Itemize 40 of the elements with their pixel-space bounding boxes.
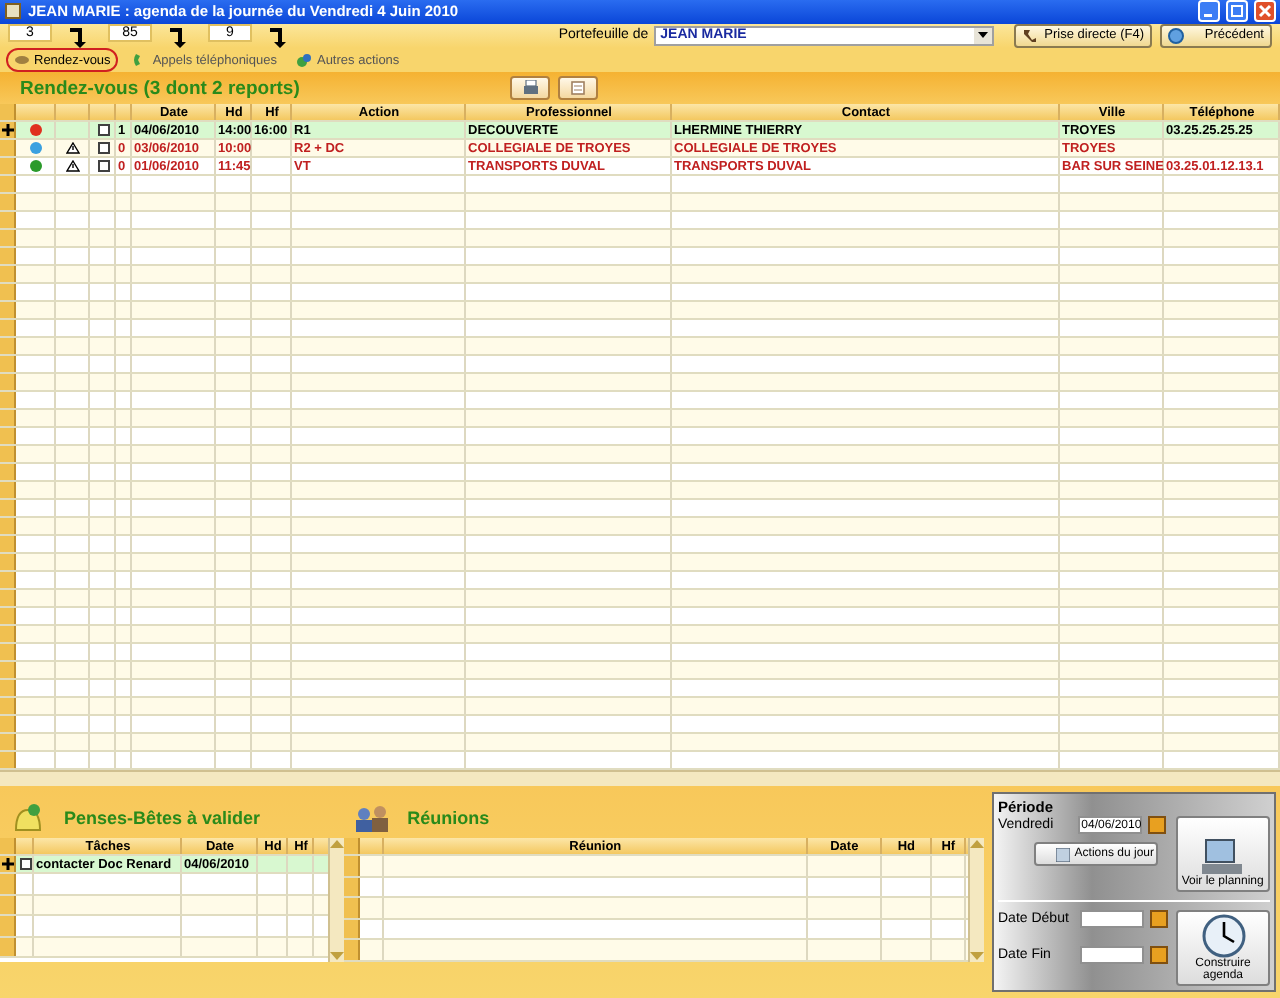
list-icon	[1056, 847, 1071, 861]
close-icon	[1258, 4, 1272, 19]
clock-icon	[1201, 914, 1245, 958]
sheet-icon	[570, 80, 586, 96]
app-icon	[4, 2, 22, 21]
checkbox[interactable]	[19, 858, 31, 870]
vertical-scrollbar[interactable]	[968, 838, 984, 962]
section-title: Rendez-vous (3 dont 2 reports)	[20, 77, 302, 99]
panel-title: Réunions	[407, 808, 490, 828]
checkbox[interactable]	[97, 142, 109, 154]
export-button[interactable]	[558, 76, 598, 100]
row-header[interactable]	[0, 856, 16, 872]
row-header[interactable]	[0, 122, 16, 138]
date-field[interactable]	[1080, 946, 1144, 964]
horizontal-scrollbar[interactable]	[0, 770, 1280, 786]
people-icon	[351, 802, 392, 834]
checkbox[interactable]	[97, 160, 109, 172]
arrow-icon	[68, 23, 88, 48]
up-arrow-icon	[970, 838, 984, 848]
caret-icon	[978, 32, 989, 39]
checkbox[interactable]	[97, 124, 109, 136]
maximize-button[interactable]	[1226, 0, 1248, 23]
row-pointer-icon	[2, 124, 14, 136]
date-field[interactable]	[1080, 910, 1144, 928]
minimize-button[interactable]	[1198, 0, 1220, 23]
print-button[interactable]	[510, 76, 550, 100]
row-pointer-icon	[2, 858, 14, 870]
maximize-icon	[1230, 4, 1244, 19]
down-arrow-icon	[329, 952, 344, 962]
calendar-button[interactable]	[1147, 816, 1166, 834]
arrow-icon	[268, 23, 288, 48]
close-button[interactable]	[1254, 0, 1276, 23]
down-arrow-icon	[970, 952, 984, 962]
panel-title: Penses-Bêtes à valider	[64, 808, 261, 828]
actions-icon	[296, 52, 313, 68]
up-arrow-icon	[329, 838, 344, 848]
printer-icon	[521, 80, 539, 96]
globe-icon	[1168, 27, 1184, 44]
computer-icon	[1200, 836, 1245, 876]
arrow-icon	[168, 23, 188, 48]
